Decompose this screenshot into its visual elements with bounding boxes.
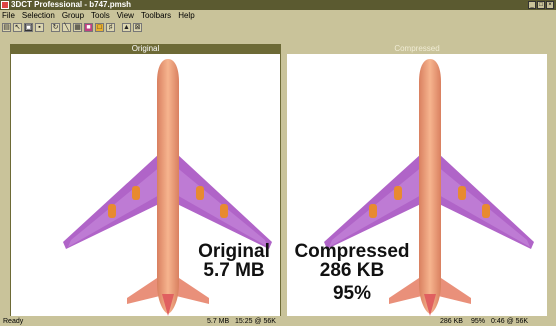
original-label-size: 5.7 MB <box>203 260 265 281</box>
status-bar: Ready 5.7 MB 15:25 @ 56K 286 KB 95% 0:46… <box>0 317 556 326</box>
menu-help[interactable]: Help <box>178 10 194 21</box>
compressed-label-size: 286 KB <box>319 260 385 281</box>
compressed-viewport[interactable]: Compressed 286 KB 95% <box>287 54 547 316</box>
save-icon[interactable]: ▪ <box>35 23 44 32</box>
status-compressed-size: 286 KB <box>440 318 463 325</box>
window-controls: _ □ × <box>528 1 554 9</box>
menu-selection[interactable]: Selection <box>22 10 55 21</box>
status-compressed-time: 0:46 @ 56K <box>491 318 529 325</box>
line-icon[interactable]: ╲ <box>62 23 71 32</box>
title-bar: 3DCT Professional - b747.pmsh _ □ × <box>0 0 556 10</box>
menu-file[interactable]: File <box>2 10 15 21</box>
original-panel-header: Original <box>10 44 281 54</box>
status-ready: Ready <box>3 318 24 325</box>
app-icon[interactable] <box>1 1 9 9</box>
maximize-button[interactable]: □ <box>537 1 545 9</box>
menu-tools[interactable]: Tools <box>91 10 110 21</box>
compressed-label-ratio: 95% <box>332 283 372 304</box>
original-label: Original 5.7 MB <box>189 242 279 280</box>
toolbar: ▤ ↖ ▣ ▪ ↻ ╲ ▦ ■ □ ♯ ▲ ⊠ <box>0 21 556 34</box>
compress-icon[interactable]: ▣ <box>24 23 33 32</box>
close-button[interactable]: × <box>546 1 554 9</box>
original-label-title: Original <box>198 241 270 262</box>
wire-icon[interactable]: □ <box>95 23 104 32</box>
grid-icon[interactable]: ▦ <box>73 23 82 32</box>
window-title: 3DCT Professional - b747.pmsh <box>11 0 132 9</box>
compare-icon[interactable]: ⊠ <box>133 23 142 32</box>
compressed-panel-header: Compressed <box>287 44 547 54</box>
original-viewport[interactable]: Original 5.7 MB <box>10 54 281 316</box>
mesh-icon[interactable]: ♯ <box>106 23 115 32</box>
menu-group[interactable]: Group <box>62 10 84 21</box>
flat-icon[interactable]: ▲ <box>122 23 131 32</box>
compressed-label: Compressed 286 KB 95% <box>289 242 415 303</box>
status-compressed-ratio: 95% <box>471 318 486 325</box>
color-icon[interactable]: ■ <box>84 23 93 32</box>
menu-toolbars[interactable]: Toolbars <box>141 10 171 21</box>
open-icon[interactable]: ▤ <box>2 23 11 32</box>
status-original-size: 5.7 MB <box>207 318 230 325</box>
minimize-button[interactable]: _ <box>528 1 536 9</box>
compressed-label-title: Compressed <box>294 241 410 262</box>
menu-view[interactable]: View <box>117 10 134 21</box>
rotate-icon[interactable]: ↻ <box>51 23 60 32</box>
select-icon[interactable]: ↖ <box>13 23 22 32</box>
menu-bar: File Selection Group Tools View Toolbars… <box>0 10 556 21</box>
status-original-time: 15:25 @ 56K <box>235 318 276 325</box>
